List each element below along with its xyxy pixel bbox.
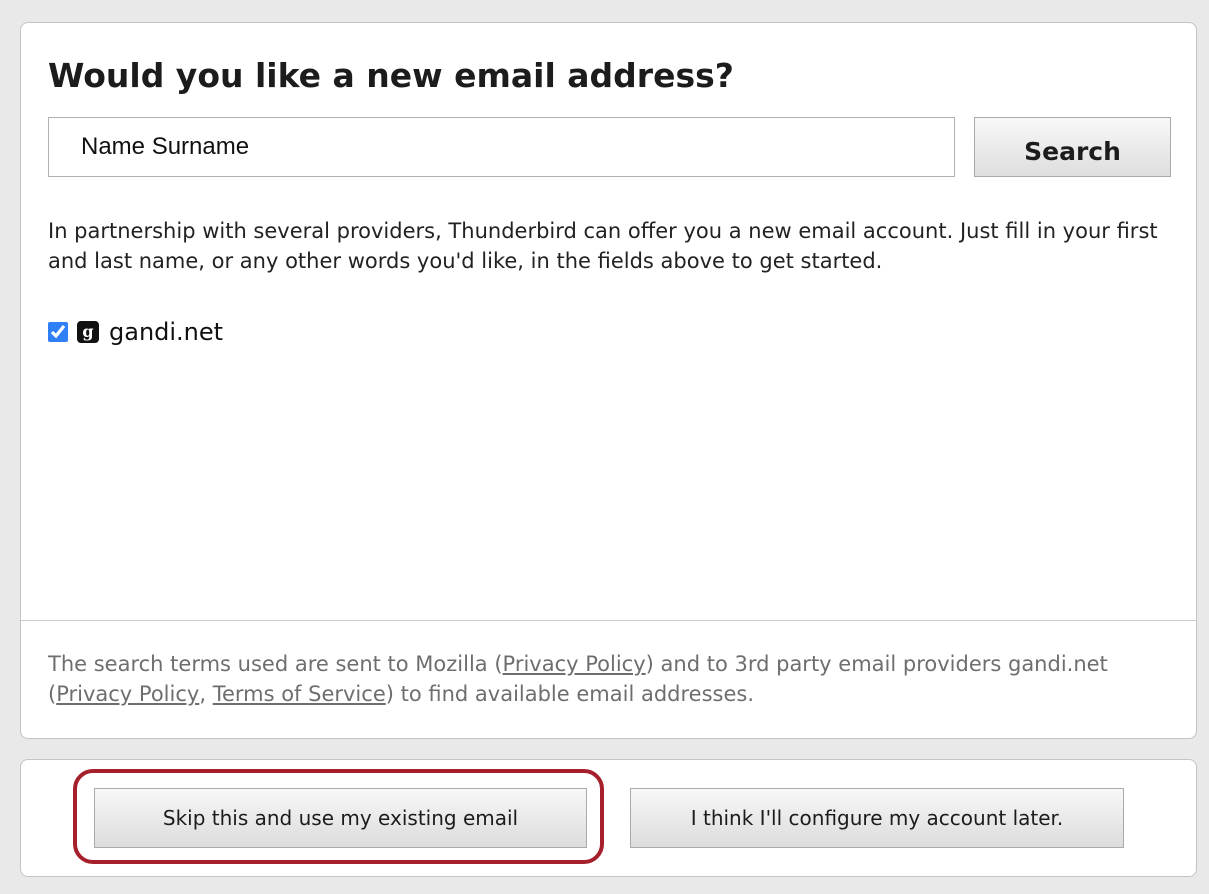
privacy-footnote: The search terms used are sent to Mozill… [48,649,1178,709]
search-button[interactable]: Search [974,117,1171,177]
footnote-text: The search terms used are sent to Mozill… [48,652,503,676]
mozilla-privacy-policy-link[interactable]: Privacy Policy [503,652,646,676]
divider [21,620,1196,621]
footnote-separator: , [199,682,213,706]
provider-name: gandi.net [109,318,224,346]
gandi-logo-icon: g [77,321,99,343]
provider-terms-of-service-link[interactable]: Terms of Service [213,682,386,706]
provider-checkbox[interactable] [48,322,68,342]
new-email-panel: Would you like a new email address? Sear… [20,22,1197,739]
footnote-text: ) to find available email addresses. [385,682,754,706]
page-title: Would you like a new email address? [48,56,734,95]
name-search-input[interactable] [48,117,955,177]
skip-use-existing-email-button[interactable]: Skip this and use my existing email [94,788,587,848]
provider-privacy-policy-link[interactable]: Privacy Policy [56,682,199,706]
provider-item-gandi[interactable]: g gandi.net [48,315,223,349]
configure-later-button[interactable]: I think I'll configure my account later. [630,788,1124,848]
action-button-panel: Skip this and use my existing email I th… [20,759,1197,877]
description-text: In partnership with several providers, T… [48,219,1158,273]
